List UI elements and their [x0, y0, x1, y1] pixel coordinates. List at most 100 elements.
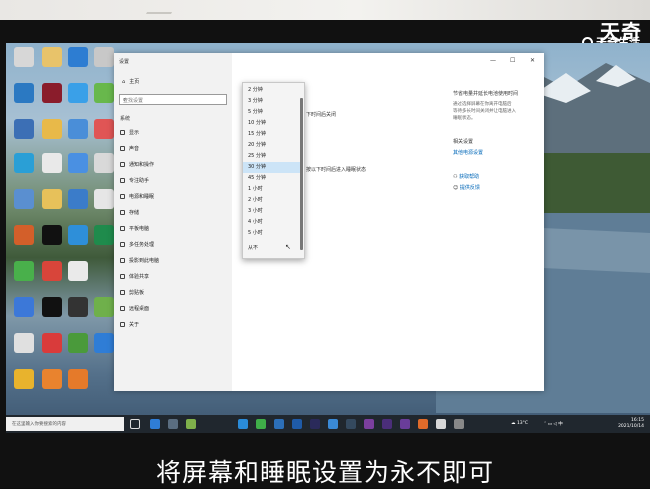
taskbar-app-icon[interactable]	[150, 419, 160, 429]
give-feedback-link[interactable]: ☺ 提供反馈	[453, 184, 480, 191]
dropdown-option[interactable]: 5 分钟	[243, 107, 301, 118]
desktop-icon[interactable]	[68, 225, 88, 245]
taskbar-app-icon[interactable]	[238, 419, 248, 429]
task-view-icon[interactable]	[130, 419, 140, 429]
taskbar-app-icon[interactable]	[168, 419, 178, 429]
nav-clipboard[interactable]: 剪贴板	[120, 289, 144, 296]
desktop-icon[interactable]	[94, 225, 114, 245]
nav-about[interactable]: 关于	[120, 321, 139, 328]
desktop-icon[interactable]	[14, 119, 34, 139]
settings-search-input[interactable]: 查找设置 ⌕	[119, 94, 227, 105]
dropdown-option[interactable]: 4 小时	[243, 217, 301, 228]
settings-taskbar-icon[interactable]	[454, 419, 464, 429]
taskbar-clock[interactable]: 16:15 2021/10/14	[618, 418, 644, 430]
taskbar-app-icon[interactable]	[274, 419, 284, 429]
tip-desc: 通过选择屏幕在你离开电脑后	[453, 102, 512, 107]
taskbar-app-icon[interactable]	[256, 419, 266, 429]
nav-multitasking[interactable]: 多任务处理	[120, 241, 154, 248]
nav-storage[interactable]: 存储	[120, 209, 139, 216]
desktop-icon[interactable]	[14, 83, 34, 103]
desktop-icon[interactable]	[42, 83, 62, 103]
taskbar-app-icon[interactable]	[186, 419, 196, 429]
dropdown-option[interactable]: 15 分钟	[243, 129, 301, 140]
dropdown-option[interactable]: 10 分钟	[243, 118, 301, 129]
nav-projecting[interactable]: 投影到此电脑	[120, 257, 159, 264]
desktop-icon[interactable]	[14, 153, 34, 173]
desktop-icon[interactable]	[68, 333, 88, 353]
nav-notifications[interactable]: 通知和操作	[120, 161, 154, 168]
video-frame: 天奇 天奇生活	[0, 0, 650, 488]
nav-focus-assist[interactable]: 专注助手	[120, 177, 149, 184]
get-help-link[interactable]: ⚇ 获取帮助	[453, 173, 479, 180]
desktop-icon[interactable]	[94, 47, 114, 67]
desktop-icon[interactable]	[42, 47, 62, 67]
desktop-icon[interactable]	[94, 153, 114, 173]
desktop-icon[interactable]	[14, 261, 34, 281]
desktop-icon[interactable]	[94, 297, 114, 317]
nav-tablet[interactable]: 平板电脑	[120, 225, 149, 232]
desktop-icon[interactable]	[42, 189, 62, 209]
dropdown-option-selected[interactable]: 30 分钟	[243, 162, 301, 173]
desktop-icon[interactable]	[14, 333, 34, 353]
desktop-icon[interactable]	[68, 297, 88, 317]
taskbar-app-icon[interactable]	[382, 419, 392, 429]
nav-shared-experiences[interactable]: 体验共享	[120, 273, 149, 280]
desktop-icon[interactable]	[68, 47, 88, 67]
desktop-icon[interactable]	[68, 153, 88, 173]
taskbar-app-icon[interactable]	[328, 419, 338, 429]
share-icon	[120, 274, 125, 279]
desktop-icon[interactable]	[68, 369, 88, 389]
desktop-icon[interactable]	[14, 369, 34, 389]
taskbar-app-icon[interactable]	[418, 419, 428, 429]
desktop-icon[interactable]	[14, 225, 34, 245]
other-power-settings-link[interactable]: 其他电源设置	[453, 149, 483, 156]
nav-power-sleep[interactable]: 电源和睡眠	[120, 193, 154, 200]
minimize-button[interactable]: —	[490, 57, 496, 64]
dropdown-option[interactable]: 45 分钟	[243, 173, 301, 184]
desktop-icon[interactable]	[42, 119, 62, 139]
dropdown-scrollbar[interactable]	[300, 98, 303, 250]
dropdown-option[interactable]: 20 分钟	[243, 140, 301, 151]
desktop-icon[interactable]	[42, 261, 62, 281]
dropdown-option[interactable]: 2 分钟	[243, 85, 301, 96]
desktop-icon[interactable]	[68, 119, 88, 139]
taskbar-app-icon[interactable]	[292, 419, 302, 429]
dropdown-option[interactable]: 25 分钟	[243, 151, 301, 162]
nav-home[interactable]: ⌂ 主页	[122, 78, 139, 86]
dropdown-option[interactable]: 5 小时	[243, 228, 301, 239]
dropdown-option[interactable]: 2 小时	[243, 195, 301, 206]
desktop-icon[interactable]	[42, 225, 62, 245]
desktop-icon[interactable]	[14, 297, 34, 317]
taskbar-app-icon[interactable]	[400, 419, 410, 429]
nav-display[interactable]: 显示	[120, 129, 139, 136]
sleep-dropdown-list[interactable]: 2 分钟 3 分钟 5 分钟 10 分钟 15 分钟 20 分钟 25 分钟 3…	[242, 82, 305, 259]
desktop-icon[interactable]	[94, 119, 114, 139]
desktop-icon[interactable]	[42, 333, 62, 353]
maximize-button[interactable]: ☐	[510, 57, 515, 64]
dropdown-option[interactable]: 从不	[243, 243, 301, 254]
desktop-icon[interactable]	[68, 83, 88, 103]
desktop-icon[interactable]	[68, 189, 88, 209]
desktop-icon[interactable]	[68, 261, 88, 281]
dropdown-option[interactable]: 3 分钟	[243, 96, 301, 107]
close-button[interactable]: ✕	[530, 57, 535, 64]
taskbar-app-icon[interactable]	[310, 419, 320, 429]
desktop-icon[interactable]	[42, 369, 62, 389]
tray-icons[interactable]: ˄ ▭ ◁ 中	[544, 421, 563, 427]
dropdown-option[interactable]: 1 小时	[243, 184, 301, 195]
nav-sound[interactable]: 声音	[120, 145, 139, 152]
weather-status[interactable]: ☁ 13°C	[511, 421, 528, 426]
desktop-icon[interactable]	[94, 333, 114, 353]
taskbar-app-icon[interactable]	[436, 419, 446, 429]
dropdown-option[interactable]: 3 小时	[243, 206, 301, 217]
desktop-icon[interactable]	[42, 297, 62, 317]
desktop-icon[interactable]	[94, 189, 114, 209]
desktop-icon[interactable]	[94, 83, 114, 103]
taskbar-search-input[interactable]: 在这里输入你要搜索的内容	[6, 417, 124, 431]
desktop-icon[interactable]	[14, 189, 34, 209]
taskbar-app-icon[interactable]	[346, 419, 356, 429]
taskbar-app-icon[interactable]	[364, 419, 374, 429]
desktop-icon[interactable]	[14, 47, 34, 67]
nav-remote-desktop[interactable]: 远程桌面	[120, 305, 149, 312]
desktop-icon[interactable]	[42, 153, 62, 173]
